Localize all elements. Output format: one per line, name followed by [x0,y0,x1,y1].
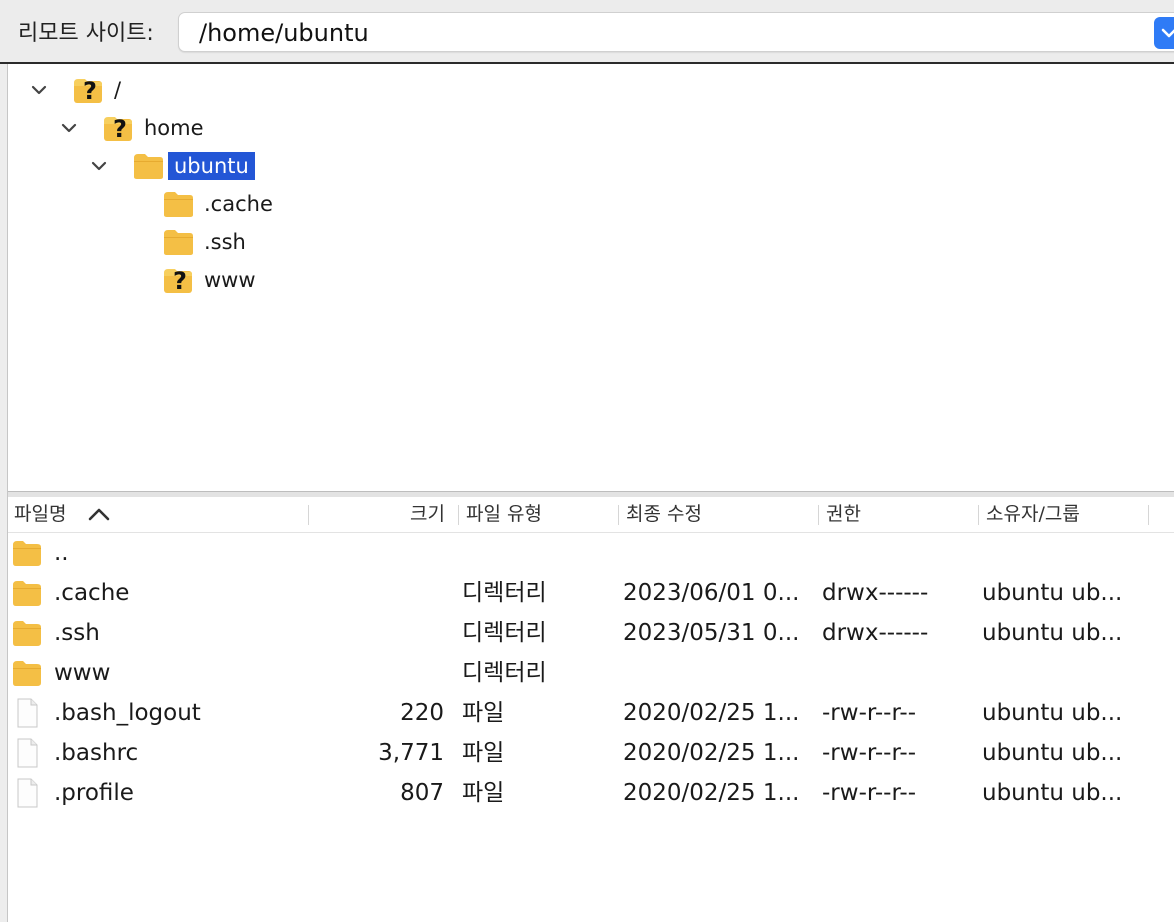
file-permissions: drwx------ [822,580,929,606]
file-modified: 2023/05/31 0... [623,620,800,646]
folder-icon [13,661,41,686]
tree-item-home[interactable]: ? home [8,109,608,147]
unknown-folder-icon: ? [74,77,102,105]
column-header-size[interactable]: 크기 [410,502,445,526]
file-owner: ubuntu ub... [982,700,1123,726]
remote-directory-tree[interactable]: ? / ? home ubuntu .cache .ssh ? www [8,64,1174,494]
file-row[interactable]: .cache 디렉터리 2023/06/01 0... drwx------ u… [8,573,1174,613]
tree-item-label[interactable]: .cache [198,190,279,218]
unknown-folder-icon: ? [104,115,132,143]
tree-item-label[interactable]: / [108,76,127,104]
file-row[interactable]: .bashrc 3,771 파일 2020/02/25 1... -rw-r--… [8,733,1174,773]
file-size: 807 [400,780,444,806]
file-type: 디렉터리 [462,620,547,646]
file-permissions: -rw-r--r-- [822,780,917,806]
file-owner: ubuntu ub... [982,740,1123,766]
file-name[interactable]: www [54,659,110,687]
file-name[interactable]: .. [54,539,69,567]
file-icon [17,738,38,768]
file-name[interactable]: .ssh [54,619,100,647]
file-type: 파일 [462,780,505,806]
column-header-type[interactable]: 파일 유형 [466,502,542,526]
remote-path-input[interactable]: /home/ubuntu [178,12,1174,52]
tree-item-label[interactable]: home [138,114,210,142]
svg-text:?: ? [173,267,187,295]
file-row[interactable]: www 디렉터리 [8,653,1174,693]
file-type: 디렉터리 [462,580,547,606]
svg-text:?: ? [83,77,97,105]
file-owner: ubuntu ub... [982,580,1123,606]
folder-icon [13,621,41,646]
svg-text:?: ? [113,115,127,143]
file-modified: 2020/02/25 1... [623,700,800,726]
file-type: 파일 [462,700,505,726]
column-header-modified[interactable]: 최종 수정 [626,502,702,526]
chevron-down-icon[interactable] [30,81,48,99]
tree-item-label[interactable]: .ssh [198,228,252,256]
sort-ascending-icon [88,508,110,521]
file-list-header: 파일명 크기 파일 유형 최종 수정 권한 소유자/그룹 [8,497,1174,533]
tree-item-cache[interactable]: .cache [8,185,608,223]
file-name[interactable]: .profile [54,779,134,807]
column-separator[interactable] [978,505,979,525]
remote-site-bar: 리모트 사이트: /home/ubuntu [0,0,1174,64]
tree-item-label[interactable]: www [198,266,262,294]
file-modified: 2020/02/25 1... [623,740,800,766]
file-type: 디렉터리 [462,660,547,686]
file-name[interactable]: .bash_logout [54,699,201,727]
file-row-parent[interactable]: .. [8,533,1174,573]
file-modified: 2023/06/01 0... [623,580,800,606]
path-history-dropdown-button[interactable] [1154,17,1174,49]
file-size: 220 [400,700,444,726]
tree-item-root[interactable]: ? / [8,71,608,109]
file-owner: ubuntu ub... [982,620,1123,646]
folder-icon [13,581,41,606]
column-separator[interactable] [308,505,309,525]
folder-icon [134,154,163,179]
tree-item-ubuntu[interactable]: ubuntu [8,147,608,185]
tree-item-label[interactable]: ubuntu [168,152,255,180]
column-separator[interactable] [458,505,459,525]
column-header-owner[interactable]: 소유자/그룹 [986,502,1080,526]
remote-path-value[interactable]: /home/ubuntu [199,19,369,47]
folder-icon [164,192,193,217]
file-name[interactable]: .bashrc [54,739,138,767]
file-icon [17,698,38,728]
chevron-down-icon [1161,28,1174,38]
file-icon [17,778,38,808]
file-permissions: -rw-r--r-- [822,700,917,726]
unknown-folder-icon: ? [164,267,192,295]
file-type: 파일 [462,740,505,766]
file-permissions: drwx------ [822,620,929,646]
file-row[interactable]: .bash_logout 220 파일 2020/02/25 1... -rw-… [8,693,1174,733]
remote-site-label: 리모트 사이트: [18,21,154,46]
tree-item-www[interactable]: ? www [8,261,608,299]
file-owner: ubuntu ub... [982,780,1123,806]
column-separator[interactable] [818,505,819,525]
file-modified: 2020/02/25 1... [623,780,800,806]
chevron-down-icon[interactable] [60,119,78,137]
file-name[interactable]: .cache [54,579,129,607]
remote-file-list[interactable]: 파일명 크기 파일 유형 최종 수정 권한 소유자/그룹 .. .cache 디… [8,497,1174,922]
chevron-down-icon[interactable] [90,157,108,175]
folder-icon [13,541,41,566]
pane-left-border [0,64,8,922]
column-header-name[interactable]: 파일명 [14,502,66,526]
folder-icon [164,230,193,255]
file-row[interactable]: .profile 807 파일 2020/02/25 1... -rw-r--r… [8,773,1174,813]
column-header-permissions[interactable]: 권한 [826,502,861,526]
column-separator[interactable] [618,505,619,525]
file-row[interactable]: .ssh 디렉터리 2023/05/31 0... drwx------ ubu… [8,613,1174,653]
column-separator[interactable] [1148,505,1149,525]
tree-item-ssh[interactable]: .ssh [8,223,608,261]
file-permissions: -rw-r--r-- [822,740,917,766]
file-size: 3,771 [378,740,444,766]
